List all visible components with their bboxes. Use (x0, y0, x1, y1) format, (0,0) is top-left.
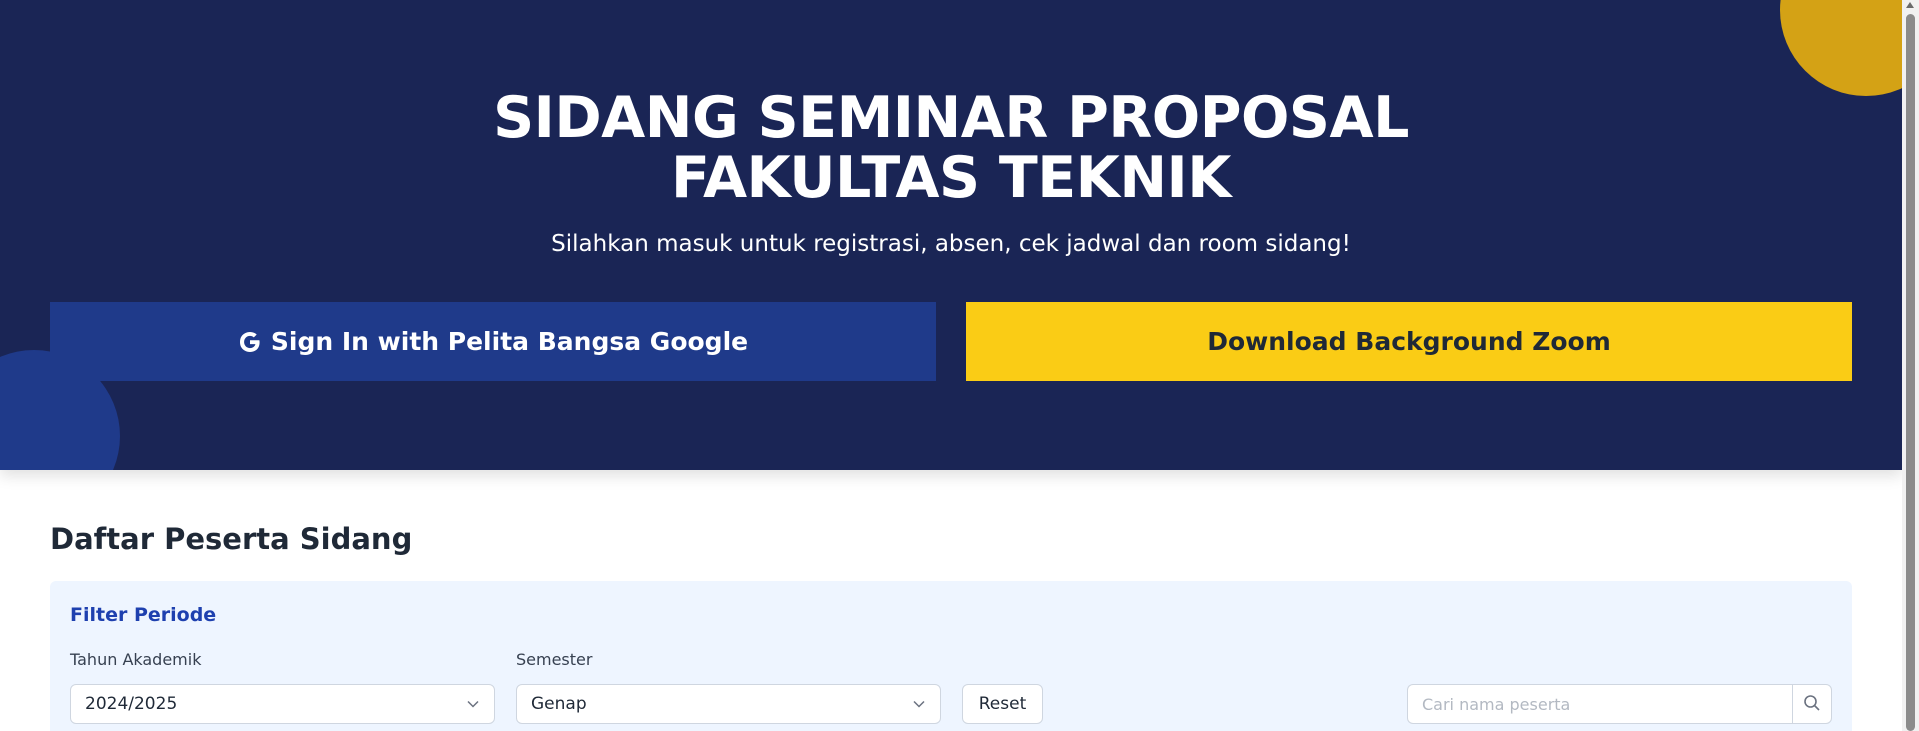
section-title: Daftar Peserta Sidang (50, 522, 413, 556)
hero-banner: SIDANG SEMINAR PROPOSAL FAKULTAS TEKNIK … (0, 0, 1902, 470)
tahun-akademik-select[interactable]: 2024/2025 (70, 684, 495, 724)
signin-google-label: Sign In with Pelita Bangsa Google (270, 327, 749, 356)
signin-google-button[interactable]: Sign In with Pelita Bangsa Google (50, 302, 936, 381)
semester-label: Semester (516, 650, 593, 669)
page: SIDANG SEMINAR PROPOSAL FAKULTAS TEKNIK … (0, 0, 1902, 731)
search-button[interactable] (1792, 684, 1832, 724)
download-background-zoom-button[interactable]: Download Background Zoom (966, 302, 1852, 381)
hero-title-line2: FAKULTAS TEKNIK (671, 145, 1231, 211)
semester-select[interactable]: Genap (516, 684, 941, 724)
semester-value: Genap (531, 694, 587, 714)
decorative-circle-yellow (1780, 0, 1902, 96)
filter-card: Filter Periode Tahun Akademik 2024/2025 … (50, 581, 1852, 731)
scroll-up-arrow-icon[interactable] (1906, 2, 1914, 8)
tahun-akademik-value: 2024/2025 (85, 694, 178, 714)
search-icon (1803, 694, 1821, 715)
reset-button[interactable]: Reset (962, 684, 1043, 724)
filter-title: Filter Periode (70, 604, 217, 626)
chevron-down-icon (466, 696, 480, 710)
chevron-down-icon (912, 696, 926, 710)
search-group (1407, 684, 1832, 724)
hero-title: SIDANG SEMINAR PROPOSAL FAKULTAS TEKNIK (0, 88, 1902, 208)
google-icon (238, 330, 262, 354)
vertical-scrollbar[interactable] (1902, 0, 1919, 731)
hero-title-line1: SIDANG SEMINAR PROPOSAL (493, 85, 1409, 151)
tahun-akademik-label: Tahun Akademik (70, 650, 202, 669)
download-background-zoom-label: Download Background Zoom (1207, 327, 1611, 356)
search-input[interactable] (1407, 684, 1792, 724)
hero-subtitle: Silahkan masuk untuk registrasi, absen, … (551, 231, 1351, 257)
scrollbar-thumb[interactable] (1906, 14, 1915, 731)
